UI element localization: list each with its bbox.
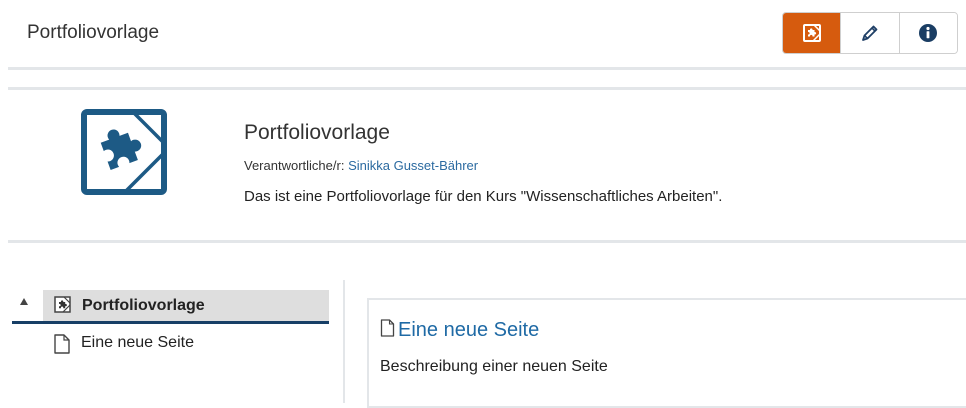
view-portfolio-button[interactable] [783,13,841,53]
tree-item-label[interactable]: Portfoliovorlage [82,297,205,315]
header-divider [8,67,966,70]
info-icon [919,24,938,42]
page-icon [380,319,395,337]
portfolio-description: Das ist eine Portfoliovorlage für den Ku… [244,188,723,205]
hero-top-divider [8,87,966,90]
top-bar: Portfoliovorlage [0,0,966,68]
tree-item-eine-neue-seite[interactable]: Eine neue Seite [81,334,194,352]
hero-bottom-divider [8,240,966,243]
view-toggle-group [782,12,958,54]
owner-link[interactable]: Sinikka Gusset-Bährer [348,158,478,173]
page-card-description: Beschreibung einer neuen Seite [380,358,608,375]
panel-separator [343,280,345,403]
portfolio-template-icon [802,24,821,42]
owner-line: Verantwortliche/r: Sinikka Gusset-Bährer [244,158,478,173]
pencil-icon [862,25,878,41]
page-header-title: Portfoliovorlage [27,22,160,43]
edit-button[interactable] [840,13,899,53]
puzzle-icon [81,109,167,195]
portfolio-title: Portfoliovorlage [244,121,390,144]
collapse-caret-icon[interactable] [20,298,28,305]
page-card [367,298,966,408]
owner-label: Verantwortliche/r: [244,158,345,173]
page-card-title-link[interactable]: Eine neue Seite [398,319,539,342]
page-icon [54,334,70,354]
info-button[interactable] [898,13,957,53]
tree-selection-bar [12,321,43,324]
portfolio-template-icon [54,296,71,313]
